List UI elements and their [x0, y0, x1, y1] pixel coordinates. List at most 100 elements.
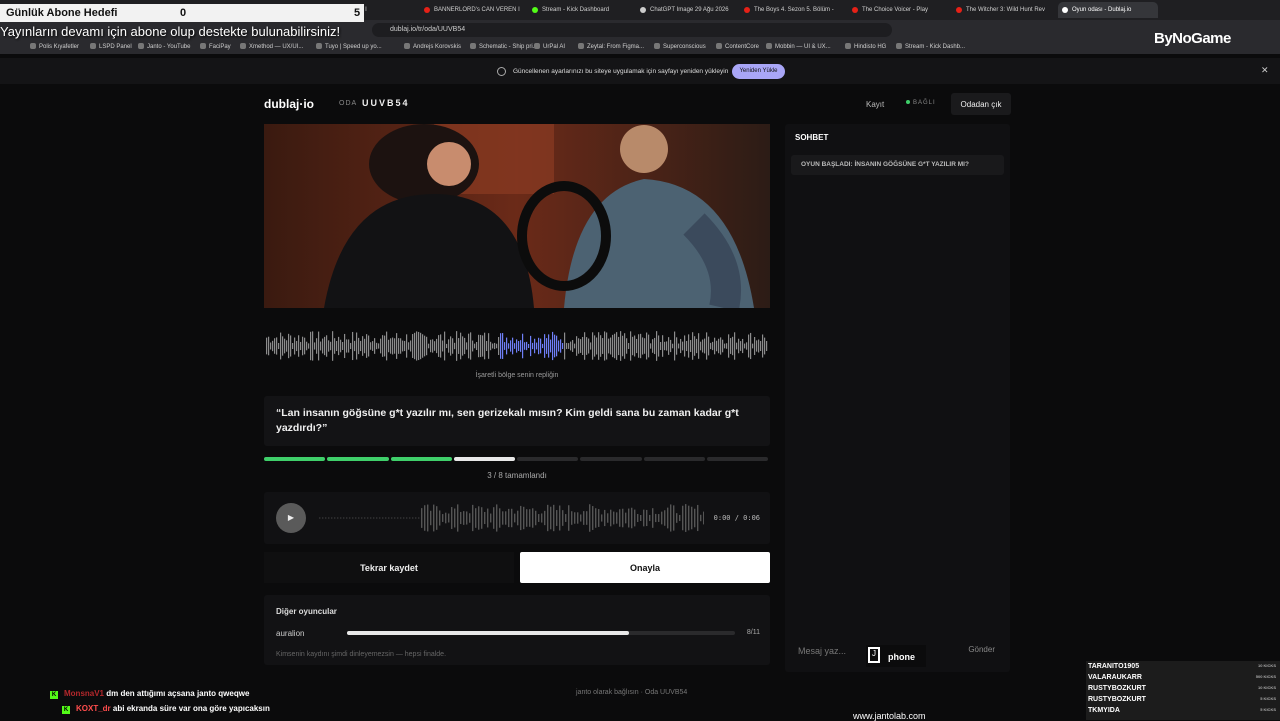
recording-bar: [523, 506, 525, 530]
chat-input[interactable]: Mesaj yaz...: [798, 646, 846, 656]
waveform-bar: [494, 342, 496, 350]
browser-tab[interactable]: The Boys 4. Sezon 5. Bölüm -: [740, 2, 840, 18]
recording-bar: [376, 517, 378, 519]
bookmark-item[interactable]: Zeytal: From Figma...: [578, 43, 644, 50]
waveform-bar: [270, 342, 272, 350]
bookmark-item[interactable]: Superconscious: [654, 43, 706, 50]
bookmark-item[interactable]: Mobbin — UI & UX...: [766, 43, 831, 50]
bookmark-item[interactable]: Schematic - Ship pri...: [470, 43, 538, 50]
recording-bar: [484, 511, 486, 525]
room-label: ODA: [339, 100, 358, 107]
sponsor-text: phone: [888, 652, 915, 662]
waveform-bar: [582, 336, 584, 356]
goal-label: Günlük Abone Hedefi: [6, 7, 118, 19]
recording-bar: [475, 508, 477, 528]
waveform-bar: [428, 343, 430, 349]
browser-tab[interactable]: Stream - Kick Dashboard: [528, 2, 628, 18]
bookmark-item[interactable]: LSPD Panel: [90, 43, 132, 50]
bookmark-item[interactable]: ContentCore: [716, 43, 759, 50]
recording-bar: [469, 513, 471, 523]
waveform-bar: [422, 334, 424, 358]
app-logo[interactable]: dublaj·io: [264, 97, 314, 111]
waveform-bar: [644, 338, 646, 354]
waveform-bar: [282, 336, 284, 356]
progress-segment: [264, 457, 326, 461]
waveform-bar: [602, 338, 604, 354]
bookmark-item[interactable]: Xmethod — UX/UI...: [240, 43, 303, 50]
bookmark-item[interactable]: FaciPay: [200, 43, 231, 50]
recording-bar: [454, 508, 456, 528]
bookmark-item[interactable]: UrPal AI: [534, 43, 565, 50]
waveform-bar: [440, 334, 442, 358]
waveform-bar: [290, 335, 292, 357]
recording-bar: [610, 509, 612, 527]
browser-tab[interactable]: The Choice Voicer - Play: [848, 2, 948, 18]
bookmark-item[interactable]: Polis Kıyafetler: [30, 43, 79, 50]
recording-bar: [361, 517, 363, 519]
waveform-bar: [614, 333, 616, 359]
bookmark-item[interactable]: Andrejs Korovskis: [404, 43, 461, 50]
waveform-bar: [402, 340, 404, 352]
leaderboard-name: TKMYIDA: [1088, 707, 1120, 714]
bookmark-item[interactable]: Stream - Kick Dashb...: [896, 43, 965, 50]
waveform-bar: [464, 337, 466, 355]
waveform-bar: [678, 343, 680, 349]
recording-bar: [568, 505, 570, 531]
send-button[interactable]: Gönder: [968, 645, 995, 654]
bookmark-item[interactable]: Tuyo | Speed up yo...: [316, 43, 382, 50]
recording-bar: [520, 505, 522, 531]
waveform-bar: [302, 336, 304, 356]
confirm-button[interactable]: Onayla: [520, 552, 770, 583]
recording-bar: [481, 507, 483, 529]
recording-bar: [346, 517, 348, 519]
browser-tab[interactable]: Oyun odası - Dublaj.io: [1058, 2, 1158, 18]
recording-bar: [622, 508, 624, 528]
recording-bar: [616, 512, 618, 524]
recording-bar: [421, 508, 423, 528]
leaderboard-value: 500 KICKS: [1255, 674, 1276, 679]
reload-button[interactable]: Yeniden Yükle: [732, 64, 785, 79]
recording-bar: [541, 513, 543, 523]
leave-room-button[interactable]: Odadan çık: [951, 93, 1011, 115]
chat-text: abi ekranda süre var ona göre yapıcaksın: [112, 704, 270, 713]
browser-tab[interactable]: ChatGPT Image 29 Ağu 2026: [636, 2, 736, 18]
address-bar[interactable]: dublaj.io/tr/oda/UUVB54: [372, 23, 892, 37]
recording-bar: [457, 504, 459, 532]
status-dot-icon: [906, 100, 910, 104]
nav-record[interactable]: Kayıt: [866, 100, 884, 109]
recording-bar: [661, 511, 663, 525]
stream-chat-line: K KOXT_dr abi ekranda süre var ona göre y…: [62, 704, 270, 714]
tab-favicon-icon: [744, 7, 750, 13]
waveform-bar: [596, 337, 598, 355]
waveform-bar: [430, 339, 432, 353]
video-frame[interactable]: [264, 124, 770, 308]
close-icon[interactable]: ✕: [1261, 65, 1269, 76]
recording-bar: [625, 512, 627, 524]
waveform-bar: [570, 341, 572, 351]
waveform-bar: [598, 332, 600, 360]
waveform-bar: [486, 341, 488, 351]
play-button[interactable]: ▶: [276, 503, 306, 533]
retake-button[interactable]: Tekrar kaydet: [264, 552, 514, 583]
waveform-bar: [522, 333, 524, 359]
status-text: BAĞLI: [913, 100, 936, 106]
waveform-bar: [326, 335, 328, 357]
recording-bar: [352, 517, 354, 519]
progress-segment: [580, 457, 642, 461]
bookmark-item[interactable]: Hindisto HG: [845, 43, 886, 50]
recording-waveform[interactable]: [319, 500, 704, 536]
waveform-bar: [268, 336, 270, 356]
waveform-bar: [710, 342, 712, 350]
recording-bar: [514, 513, 516, 523]
recording-bar: [649, 514, 651, 522]
recording-bar: [412, 517, 414, 519]
track-waveform[interactable]: [264, 324, 770, 368]
recording-bar: [586, 511, 588, 525]
recording-bar: [373, 517, 375, 519]
bookmark-item[interactable]: Janto - YouTube: [138, 43, 190, 50]
waveform-bar: [594, 335, 596, 357]
recording-bar: [388, 517, 390, 519]
waveform-bar: [288, 333, 290, 359]
browser-tab[interactable]: BANNERLORD's CAN VEREN I: [420, 2, 520, 18]
browser-tab[interactable]: The Witcher 3: Wild Hunt Rev: [952, 2, 1052, 18]
